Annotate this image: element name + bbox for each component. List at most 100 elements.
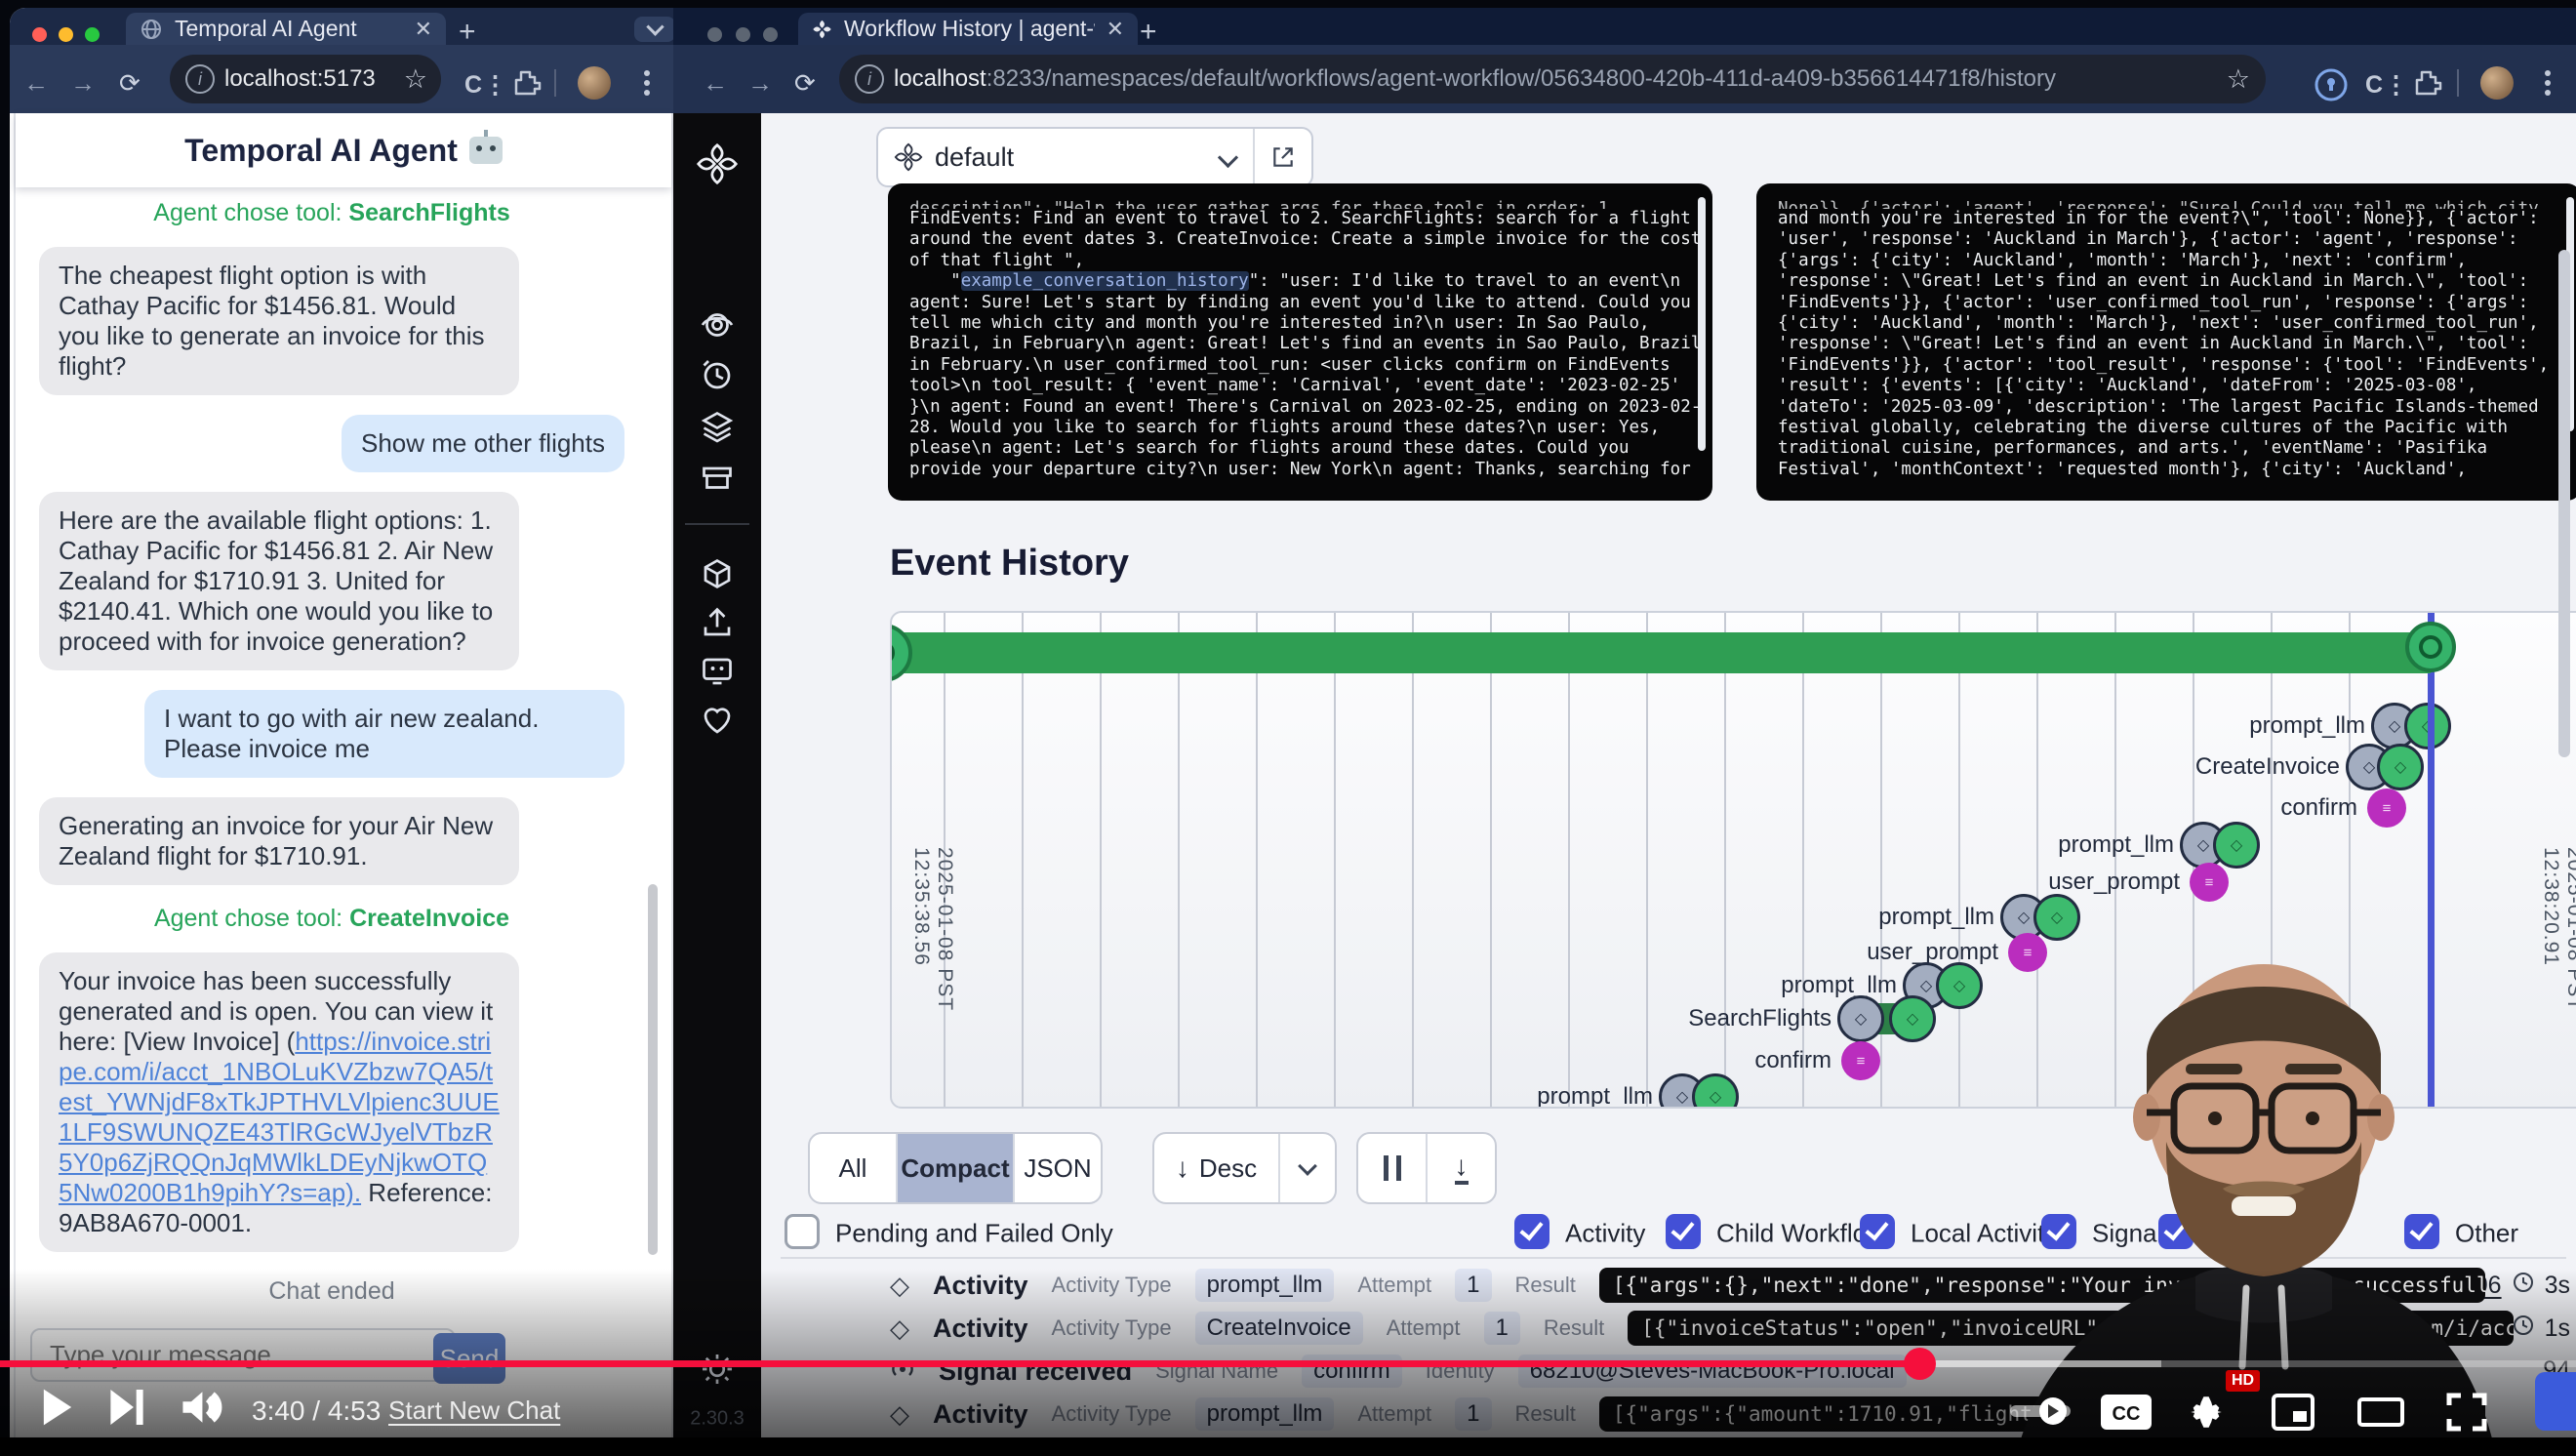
chat-scrollbar[interactable] (648, 884, 658, 1255)
profile-avatar[interactable] (2480, 66, 2514, 100)
back-button[interactable]: ← (23, 68, 49, 99)
pending-failed-checkbox[interactable] (785, 1214, 820, 1249)
zoom-window-button[interactable] (763, 27, 778, 42)
timeline-gridline (1490, 613, 1492, 1107)
event-type-label: Activity (933, 1271, 1028, 1301)
theater-mode-button[interactable] (2357, 1397, 2404, 1432)
zoom-window-button[interactable] (85, 27, 100, 42)
tab-search-button[interactable] (634, 17, 673, 42)
code-panel-input[interactable]: description": "Help the user gather args… (888, 183, 1712, 501)
send-button[interactable]: Send (433, 1333, 505, 1384)
close-window-button[interactable] (32, 27, 47, 42)
reload-button[interactable]: ⟳ (794, 68, 816, 99)
timeline-scheduled-marker[interactable]: ◇ (1837, 995, 1884, 1042)
bookmark-star-icon[interactable]: ☆ (2227, 64, 2250, 95)
forward-button[interactable]: → (70, 68, 96, 99)
pause-button[interactable] (1358, 1134, 1428, 1202)
import-upload-icon[interactable] (700, 605, 735, 640)
filter-checkbox-child-workflow[interactable] (1666, 1214, 1701, 1249)
autoplay-toggle[interactable] (2010, 1397, 2071, 1430)
namespace-select[interactable]: default (876, 127, 1313, 187)
browser-menu-icon[interactable] (644, 80, 650, 86)
forward-button[interactable]: → (747, 68, 773, 99)
volume-icon[interactable] (180, 1388, 222, 1432)
open-external-icon[interactable] (1270, 144, 1296, 170)
code-scrollbar[interactable] (1698, 197, 1706, 451)
timeline-signal-marker[interactable]: ≡ (2190, 863, 2229, 902)
extensions-puzzle-icon[interactable] (511, 67, 543, 99)
namespaces-layers-icon[interactable] (700, 409, 735, 444)
message-input[interactable] (30, 1328, 456, 1382)
profile-avatar[interactable] (578, 66, 611, 100)
codec-cube-icon[interactable] (700, 556, 735, 591)
settings-gear-icon[interactable] (2186, 1392, 2227, 1437)
start-new-chat-link[interactable]: Start New Chat (388, 1395, 560, 1426)
download-history-button[interactable]: ↓ (1428, 1134, 1495, 1202)
view-option-json[interactable]: JSON (1015, 1134, 1101, 1202)
robot-icon (469, 137, 503, 164)
workflows-eye-icon[interactable] (700, 307, 735, 343)
password-manager-icon[interactable] (2314, 68, 2348, 101)
temporal-logo[interactable] (696, 142, 739, 185)
workflow-execution-bar[interactable] (890, 632, 2431, 673)
new-tab-button[interactable]: + (459, 16, 476, 49)
extension-c-icon[interactable]: C⋮ (2365, 70, 2409, 100)
timeline-event-label: prompt_llm (2249, 712, 2365, 740)
miniplayer-button[interactable] (2272, 1394, 2314, 1436)
address-bar[interactable]: i localhost:8233/namespaces/default/work… (839, 55, 2266, 103)
reload-button[interactable]: ⟳ (119, 68, 141, 99)
view-option-all[interactable]: All (810, 1134, 898, 1202)
play-button[interactable] (41, 1388, 74, 1432)
filter-checkbox-activity[interactable] (1514, 1214, 1550, 1249)
timeline-gridline (1178, 613, 1180, 1107)
support-heart-icon[interactable] (700, 703, 735, 738)
minimize-window-button[interactable] (736, 27, 750, 42)
archival-box-icon[interactable] (700, 460, 735, 495)
view-option-compact[interactable]: Compact (898, 1134, 1015, 1202)
code-panel-history[interactable]: None}}, {'actor': 'agent', 'response': "… (1756, 183, 2576, 501)
tab-close-icon[interactable]: ✕ (415, 17, 432, 42)
filter-checkbox-local-activity[interactable] (1860, 1214, 1895, 1249)
field-label: Result (1515, 1273, 1576, 1298)
fullscreen-button[interactable] (2445, 1392, 2488, 1437)
code-line: festival globally, celebrating the diver… (1778, 418, 2567, 438)
timeline-completed-marker[interactable]: ◇ (2377, 744, 2424, 790)
event-history-title: Event History (890, 543, 1129, 585)
next-button[interactable] (109, 1388, 144, 1432)
tab-temporal-ai-agent[interactable]: Temporal AI Agent ✕ (126, 13, 446, 45)
tab-close-icon[interactable]: ✕ (1107, 17, 1124, 42)
timeline-completed-marker[interactable]: ◇ (1692, 1073, 1739, 1109)
new-tab-button[interactable]: + (1140, 16, 1157, 49)
schedules-clock-icon[interactable] (700, 358, 735, 393)
theme-sun-icon[interactable] (700, 1352, 735, 1387)
timeline-completed-marker[interactable]: ◇ (1889, 995, 1936, 1042)
feedback-monitor-icon[interactable] (700, 654, 735, 689)
page-scrollbar[interactable] (2558, 250, 2570, 757)
timeline-signal-marker[interactable]: ≡ (1841, 1041, 1880, 1080)
captions-button[interactable]: CC (2100, 1394, 2153, 1436)
close-window-button[interactable] (707, 27, 722, 42)
timeline-completed-marker[interactable]: ◇ (1936, 962, 1983, 1009)
workflow-end-marker[interactable] (2405, 622, 2456, 672)
minimize-window-button[interactable] (59, 27, 73, 42)
extensions-puzzle-icon[interactable] (2412, 67, 2443, 99)
progress-scrubber[interactable] (1904, 1348, 1936, 1380)
timeline-completed-marker[interactable]: ◇ (2213, 822, 2260, 869)
field-label: Attempt (1357, 1401, 1431, 1427)
agent-message-bubble: Generating an invoice for your Air New Z… (39, 797, 519, 885)
address-bar[interactable]: i localhost:5173 ☆ (170, 55, 441, 103)
sort-desc-button[interactable]: ↓Desc (1154, 1134, 1280, 1202)
bookmark-star-icon[interactable]: ☆ (404, 64, 427, 95)
playback-control: ↓ (1356, 1132, 1497, 1204)
page-corner-button[interactable] (2535, 1372, 2576, 1431)
site-info-icon[interactable]: i (855, 64, 884, 94)
back-button[interactable]: ← (703, 68, 728, 99)
browser-menu-icon[interactable] (2545, 80, 2551, 86)
extension-c-icon[interactable]: C⋮ (464, 70, 508, 100)
sort-menu-button[interactable] (1280, 1134, 1335, 1202)
chat-message-list[interactable]: Agent chose tool: SearchFlightsThe cheap… (39, 191, 624, 1399)
site-info-icon[interactable]: i (185, 64, 215, 94)
tab-workflow-history[interactable]: Workflow History | agent-wor ✕ (798, 13, 1138, 45)
timeline-signal-marker[interactable]: ≡ (2367, 789, 2406, 828)
timeline-event-label: prompt_llm (1781, 972, 1897, 999)
